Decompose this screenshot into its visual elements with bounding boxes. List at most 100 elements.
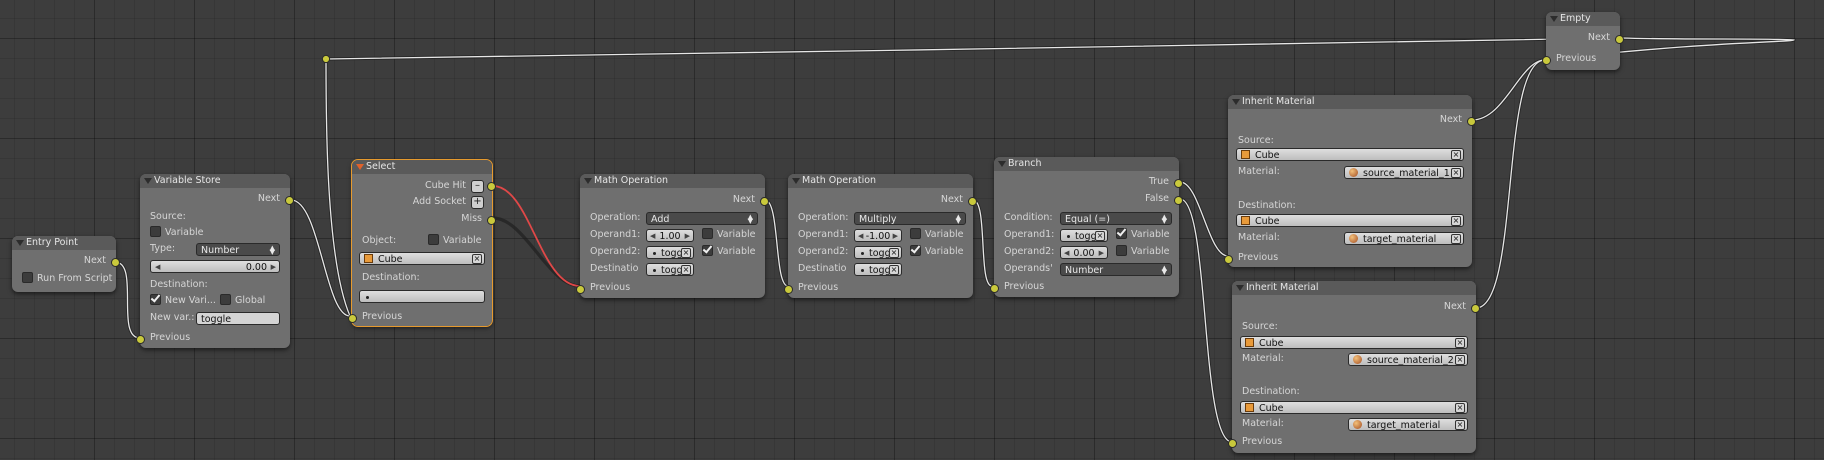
node-math-multiply[interactable]: Math Operation Next Operation: Multiply ▲… <box>784 174 977 298</box>
node-header[interactable]: Math Operation <box>788 174 973 188</box>
x-icon[interactable]: × <box>889 248 899 258</box>
destination-field[interactable] <box>359 290 485 303</box>
x-icon[interactable]: × <box>889 265 899 275</box>
node-branch[interactable]: Branch True False Condition: Equal (=) ▲ ▼… <box>990 157 1183 297</box>
operand1-variable-checkbox[interactable]: Variable <box>910 228 963 242</box>
input-previous-socket[interactable] <box>1224 255 1233 264</box>
decrement-arrow-icon[interactable]: ◀ <box>1064 247 1069 258</box>
output-false-socket[interactable] <box>1174 196 1183 205</box>
destination-object-field[interactable]: Cube × <box>1236 214 1464 227</box>
operands-type-dropdown[interactable]: Number ▲ ▼ <box>1060 263 1172 276</box>
collapse-triangle-icon[interactable] <box>1550 16 1558 22</box>
collapse-triangle-icon[interactable] <box>584 178 592 184</box>
increment-arrow-icon[interactable]: ▶ <box>271 261 276 272</box>
x-icon[interactable]: × <box>681 265 691 275</box>
x-icon[interactable]: × <box>1451 216 1461 226</box>
operand2-variable-checkbox[interactable]: Variable <box>1116 245 1169 259</box>
x-icon[interactable]: × <box>1455 355 1465 365</box>
node-header[interactable]: Variable Store <box>140 174 290 188</box>
source-variable-checkbox[interactable]: Variable <box>150 226 203 240</box>
decrement-arrow-icon[interactable]: ◀ <box>155 261 160 272</box>
x-icon[interactable]: × <box>1095 231 1105 241</box>
output-next-socket[interactable] <box>1467 117 1476 126</box>
node-inherit-material-1[interactable]: Inherit Material Next Source: Cube × Mate… <box>1224 95 1476 267</box>
output-cube-hit-socket[interactable] <box>487 182 496 191</box>
operation-dropdown[interactable]: Multiply ▲ ▼ <box>854 212 966 225</box>
object-variable-checkbox[interactable]: Variable <box>428 234 481 248</box>
collapse-triangle-icon[interactable] <box>1232 99 1240 105</box>
checkbox-checked-icon[interactable] <box>702 245 713 256</box>
operand2-field[interactable]: toggl × <box>854 246 902 259</box>
operand2-variable-checkbox[interactable]: Variable <box>910 245 963 259</box>
destination-field[interactable]: toggl × <box>854 263 902 276</box>
x-icon[interactable]: × <box>1455 420 1465 430</box>
node-variable-store[interactable]: Variable Store Next Source: Variable Typ… <box>136 174 294 348</box>
checkbox-icon[interactable] <box>1116 245 1127 256</box>
new-variable-checkbox[interactable]: New Vari... <box>150 294 216 308</box>
collapse-triangle-icon[interactable] <box>356 164 364 170</box>
checkbox-icon[interactable] <box>22 272 33 283</box>
type-dropdown[interactable]: Number ▲ ▼ <box>196 243 280 256</box>
input-previous-socket[interactable] <box>784 285 793 294</box>
x-icon[interactable]: × <box>1455 338 1465 348</box>
node-header[interactable]: Empty <box>1546 12 1620 26</box>
input-previous-socket[interactable] <box>136 335 145 344</box>
operand1-number-field[interactable]: ◀ -1.00 ▶ <box>854 229 902 242</box>
input-previous-socket[interactable] <box>990 284 999 293</box>
collapse-triangle-icon[interactable] <box>1236 285 1244 291</box>
checkbox-icon[interactable] <box>220 294 231 305</box>
x-icon[interactable]: × <box>1451 168 1461 178</box>
x-icon[interactable]: × <box>1455 403 1465 413</box>
checkbox-icon[interactable] <box>910 228 921 239</box>
input-previous-socket[interactable] <box>576 285 585 294</box>
node-header[interactable]: Inherit Material <box>1232 281 1476 295</box>
operation-dropdown[interactable]: Add ▲ ▼ <box>646 212 758 225</box>
source-object-field[interactable]: Cube × <box>1236 148 1464 161</box>
output-miss-socket[interactable] <box>487 216 496 225</box>
node-select[interactable]: Select Cube Hit – Add Socket + Miss Obje… <box>348 159 496 327</box>
input-previous-socket[interactable] <box>1228 439 1237 448</box>
operand1-number-field[interactable]: ◀ 1.00 ▶ <box>646 229 694 242</box>
output-true-socket[interactable] <box>1174 179 1183 188</box>
node-header[interactable]: Select <box>352 160 492 174</box>
operand1-field[interactable]: toggl × <box>1060 229 1108 242</box>
operand1-variable-checkbox[interactable]: Variable <box>1116 228 1169 242</box>
source-material-field[interactable]: source_material_2 × <box>1348 353 1468 366</box>
increment-arrow-icon[interactable]: ▶ <box>893 230 898 241</box>
global-checkbox[interactable]: Global <box>220 294 265 308</box>
destination-field[interactable]: toggl × <box>646 263 694 276</box>
operand2-variable-checkbox[interactable]: Variable <box>702 245 755 259</box>
operand2-field[interactable]: toggl × <box>646 246 694 259</box>
source-material-field[interactable]: source_material_1 × <box>1344 166 1464 179</box>
decrement-arrow-icon[interactable]: ◀ <box>650 230 655 241</box>
node-header[interactable]: Inherit Material <box>1228 95 1472 109</box>
increment-arrow-icon[interactable]: ▶ <box>1099 247 1104 258</box>
output-next-socket[interactable] <box>111 258 120 267</box>
x-icon[interactable]: × <box>472 254 482 264</box>
input-previous-socket[interactable] <box>348 314 357 323</box>
decrement-arrow-icon[interactable]: ◀ <box>858 230 863 241</box>
checkbox-checked-icon[interactable] <box>910 245 921 256</box>
run-from-script-checkbox[interactable]: Run From Script <box>22 272 112 286</box>
x-icon[interactable]: × <box>1451 234 1461 244</box>
checkbox-icon[interactable] <box>702 228 713 239</box>
new-var-input[interactable]: toggle <box>196 312 280 325</box>
source-object-field[interactable]: Cube × <box>1240 336 1468 349</box>
node-empty[interactable]: Empty Next Previous <box>1542 12 1624 70</box>
operand1-variable-checkbox[interactable]: Variable <box>702 228 755 242</box>
node-header[interactable]: Branch <box>994 157 1179 171</box>
target-material-field[interactable]: target_material × <box>1344 232 1464 245</box>
object-field[interactable]: Cube × <box>359 252 485 265</box>
x-icon[interactable]: × <box>681 248 691 258</box>
checkbox-checked-icon[interactable] <box>150 294 161 305</box>
checkbox-icon[interactable] <box>150 226 161 237</box>
increment-arrow-icon[interactable]: ▶ <box>685 230 690 241</box>
node-math-add[interactable]: Math Operation Next Operation: Add ▲ ▼ Ope… <box>576 174 769 298</box>
node-header[interactable]: Entry Point <box>12 236 116 250</box>
output-next-socket[interactable] <box>285 196 294 205</box>
condition-dropdown[interactable]: Equal (=) ▲ ▼ <box>1060 212 1172 225</box>
collapse-triangle-icon[interactable] <box>998 161 1006 167</box>
x-icon[interactable]: × <box>1451 150 1461 160</box>
plus-icon[interactable]: + <box>471 196 484 209</box>
node-header[interactable]: Math Operation <box>580 174 765 188</box>
